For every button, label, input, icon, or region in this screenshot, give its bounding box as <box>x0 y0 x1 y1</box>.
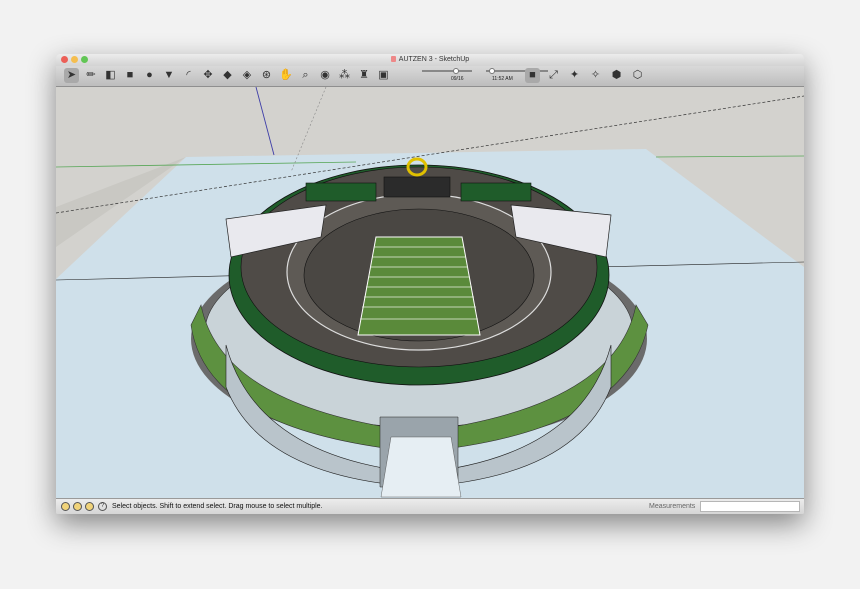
date-label: 09/16 <box>451 76 464 82</box>
shadow-settings-tool[interactable]: ▣ <box>376 68 391 83</box>
credits-icon[interactable] <box>73 502 82 511</box>
arc-tool[interactable]: ◜ <box>181 68 196 83</box>
paint-bucket-tool[interactable]: ◈ <box>240 68 255 83</box>
eraser-tool[interactable]: ◧ <box>103 68 118 83</box>
sketchup-window: AUTZEN 3 - SketchUp 09/16 11:52 AM ➤ ✏ ◧ ■ ●… <box>56 54 804 514</box>
display-mode-button[interactable]: ■ <box>525 68 540 83</box>
stadium-model-scene[interactable] <box>56 87 804 498</box>
window-title-text: AUTZEN 3 - SketchUp <box>398 56 470 63</box>
modeling-viewport[interactable] <box>56 87 804 498</box>
title-bar[interactable]: AUTZEN 3 - SketchUp <box>56 54 804 66</box>
status-message: Select objects. Shift to extend select. … <box>112 503 323 510</box>
date-slider[interactable] <box>422 68 472 74</box>
rectangle-tool[interactable]: ■ <box>123 68 138 83</box>
user-icon[interactable] <box>85 502 94 511</box>
move-tool[interactable]: ✥ <box>201 68 216 83</box>
outliner-tool[interactable]: ✧ <box>588 68 603 83</box>
football-field <box>357 236 481 336</box>
circle-tool[interactable]: ● <box>142 68 157 83</box>
pan-tool[interactable]: ✋ <box>279 68 294 83</box>
help-icon[interactable]: ? <box>98 502 107 511</box>
scoreboard-right <box>460 182 532 202</box>
select-tool[interactable]: ➤ <box>64 68 79 83</box>
press-box <box>383 176 451 198</box>
look-around-tool[interactable]: ◉ <box>318 68 333 83</box>
main-toolbar: 09/16 11:52 AM ➤ ✏ ◧ ■ ● ▼ ◜ ✥ ◆ ◈ ⊛ ✋ ⌕ ◉ ⁂ ♜ ▣ ■ ⤢ ✦ ✧ ⬢ ⬡ <box>56 66 804 87</box>
date-slider-knob[interactable] <box>452 68 459 74</box>
info-icon[interactable] <box>61 502 70 511</box>
orbit-tool[interactable]: ⊛ <box>259 68 274 83</box>
status-bar: ? Select objects. Shift to extend select… <box>56 498 804 514</box>
measurements-field[interactable] <box>700 501 800 512</box>
zoom-extents-tool[interactable]: ⤢ <box>546 68 561 83</box>
entry-walkway <box>380 436 462 498</box>
time-label: 11:52 AM <box>492 76 513 82</box>
walk-tool[interactable]: ⁂ <box>337 68 352 83</box>
line-tool[interactable]: ✏ <box>84 68 99 83</box>
measurements-label: Measurements <box>649 503 696 510</box>
extensions-tool[interactable]: ⬡ <box>630 68 645 83</box>
window-title: AUTZEN 3 - SketchUp <box>56 54 804 66</box>
warehouse-tool[interactable]: ⬢ <box>609 68 624 83</box>
position-camera-tool[interactable]: ♜ <box>357 68 372 83</box>
push-pull-tool[interactable]: ◆ <box>220 68 235 83</box>
polygon-tool[interactable]: ▼ <box>162 68 177 83</box>
components-tool[interactable]: ✦ <box>567 68 582 83</box>
zoom-tool[interactable]: ⌕ <box>298 68 313 83</box>
document-icon <box>390 56 396 62</box>
time-slider-knob[interactable] <box>488 68 495 74</box>
scoreboard-left <box>305 182 377 202</box>
